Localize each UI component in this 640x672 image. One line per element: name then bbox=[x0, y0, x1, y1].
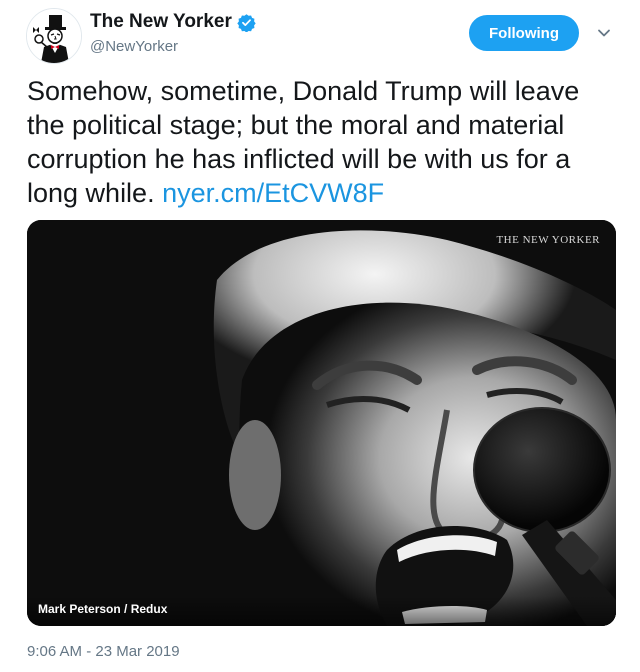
display-name-row[interactable]: The New Yorker bbox=[90, 11, 256, 33]
photo-image bbox=[27, 220, 616, 626]
user-handle[interactable]: @NewYorker bbox=[90, 38, 256, 56]
photo-credit: Mark Peterson / Redux bbox=[38, 602, 168, 616]
tweet-timestamp[interactable]: 9:06 AM - 23 Mar 2019 bbox=[27, 643, 180, 660]
tweet-link[interactable]: nyer.cm/EtCVW8F bbox=[162, 178, 384, 208]
chevron-down-icon[interactable] bbox=[596, 25, 612, 41]
tweet-photo[interactable]: THE NEW YORKER Mark Peterson / Redux bbox=[27, 220, 616, 626]
tweet-card: The New Yorker @NewYorker Following Some… bbox=[0, 0, 640, 672]
following-button[interactable]: Following bbox=[469, 15, 579, 51]
display-name[interactable]: The New Yorker bbox=[90, 11, 232, 33]
tweet-text: Somehow, sometime, Donald Trump will lea… bbox=[27, 74, 617, 210]
verified-badge-icon bbox=[237, 13, 256, 33]
tweet-header: The New Yorker @NewYorker Following bbox=[0, 0, 640, 70]
photo-watermark: THE NEW YORKER bbox=[496, 234, 600, 246]
eustace-tilley-icon bbox=[27, 9, 81, 63]
avatar[interactable] bbox=[26, 8, 82, 64]
user-identity: The New Yorker @NewYorker bbox=[90, 11, 256, 56]
